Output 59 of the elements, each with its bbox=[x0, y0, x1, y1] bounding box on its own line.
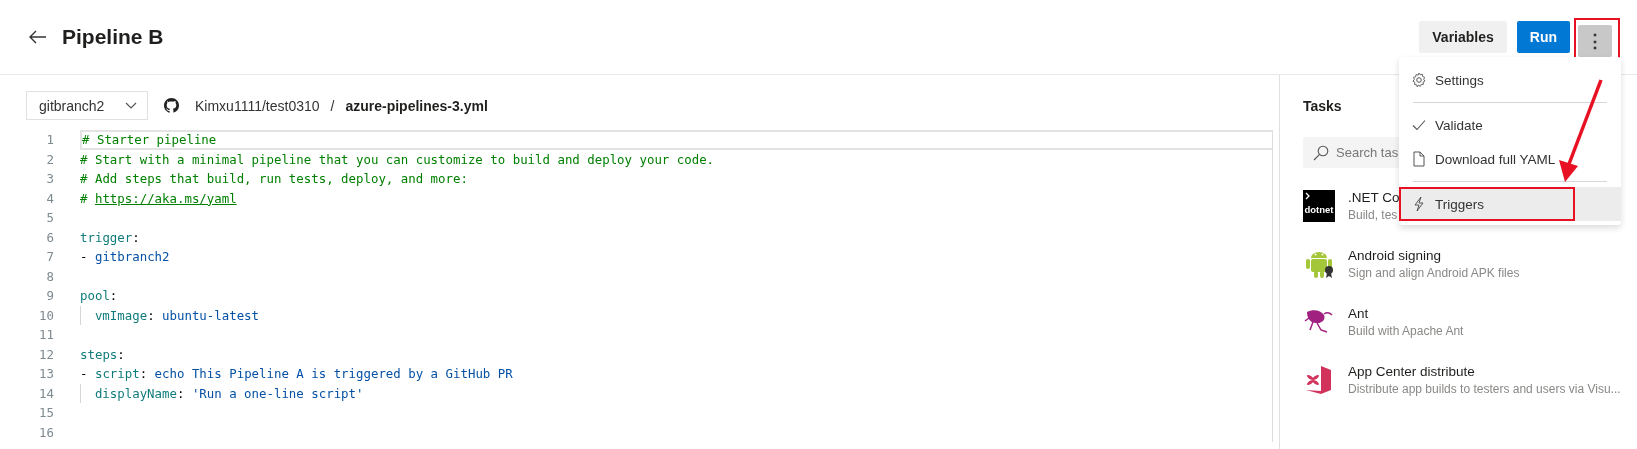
task-title[interactable]: Ant bbox=[1348, 306, 1369, 321]
code-line: # Start with a minimal pipeline that you can customize to build and deploy your code. bbox=[80, 150, 716, 169]
more-button[interactable]: ⋮ bbox=[1578, 24, 1612, 57]
task-title[interactable]: Android signing bbox=[1348, 248, 1442, 263]
line-number: 3 bbox=[45, 171, 54, 187]
line-number: 12 bbox=[38, 346, 54, 362]
code-line: # https://aka.ms/yaml bbox=[80, 189, 238, 208]
line-number: 13 bbox=[38, 366, 54, 382]
code-line: trigger: bbox=[80, 228, 141, 247]
line-number: 16 bbox=[38, 424, 54, 440]
repository-link[interactable]: Kimxu1111/test0310 bbox=[195, 97, 320, 114]
run-button[interactable]: Run bbox=[1516, 21, 1570, 53]
task-description: Build with Apache Ant bbox=[1348, 324, 1464, 338]
task-description: Sign and align Android APK files bbox=[1348, 266, 1520, 280]
panel-title: Tasks bbox=[1303, 98, 1343, 114]
check-icon bbox=[1411, 117, 1427, 133]
code-line: - script: echo This Pipeline A is triggered by a GitHub PR bbox=[80, 365, 514, 383]
code-line: pool: bbox=[80, 287, 119, 305]
chevron-down-icon bbox=[125, 102, 137, 109]
lightning-icon bbox=[1411, 196, 1427, 212]
task-title[interactable]: .NET Co bbox=[1348, 190, 1400, 205]
github-icon bbox=[164, 98, 179, 113]
line-number: 9 bbox=[45, 288, 54, 304]
code-line: vmImage: ubuntu-latest bbox=[80, 305, 1272, 325]
line-number: 6 bbox=[45, 229, 54, 245]
code-line: - gitbranch2 bbox=[80, 248, 171, 266]
line-number: 7 bbox=[45, 249, 54, 265]
task-description: Distribute app builds to testers and users via Visu... bbox=[1348, 382, 1621, 396]
link[interactable]: https://aka.ms/yaml bbox=[94, 190, 237, 206]
file-name: azure-pipelines-3.yml bbox=[345, 97, 488, 114]
task-description: Build, tes bbox=[1348, 208, 1398, 222]
path-separator: / bbox=[330, 97, 335, 114]
line-number: 8 bbox=[45, 268, 54, 284]
task-title[interactable]: App Center distribute bbox=[1348, 364, 1475, 379]
code-line: steps: bbox=[80, 345, 126, 364]
line-number: 11 bbox=[38, 327, 54, 343]
branch-dropdown[interactable]: gitbranch2 bbox=[26, 91, 148, 120]
settings-icon bbox=[1411, 72, 1427, 88]
variables-button[interactable]: Variables bbox=[1419, 21, 1507, 53]
line-number: 15 bbox=[38, 405, 54, 421]
back-arrow-icon[interactable] bbox=[28, 30, 47, 44]
page-title: Pipeline B bbox=[62, 25, 165, 49]
menu-item[interactable]: Settings bbox=[1399, 63, 1621, 97]
search-icon bbox=[1313, 145, 1329, 161]
line-number: 2 bbox=[45, 151, 54, 167]
line-number: 5 bbox=[45, 210, 54, 226]
search-field[interactable]: Search tas bbox=[1303, 137, 1399, 168]
code-line: # Add steps that build, run tests, deploy, and more: bbox=[80, 170, 469, 188]
line-number: 10 bbox=[38, 307, 54, 323]
code-line: # Starter pipeline bbox=[80, 130, 1272, 150]
line-number: 4 bbox=[45, 190, 54, 206]
menu-item[interactable]: Triggers bbox=[1399, 187, 1621, 221]
document-icon bbox=[1411, 151, 1427, 167]
menu-item[interactable]: Validate bbox=[1399, 108, 1621, 142]
line-number: 1 bbox=[45, 132, 54, 148]
code-line: displayName: 'Run a one-line script' bbox=[80, 383, 1272, 403]
menu-item[interactable]: Download full YAML bbox=[1399, 142, 1621, 176]
line-number: 14 bbox=[38, 385, 54, 401]
dotnet-logo-icon: dotnet bbox=[1303, 190, 1335, 222]
